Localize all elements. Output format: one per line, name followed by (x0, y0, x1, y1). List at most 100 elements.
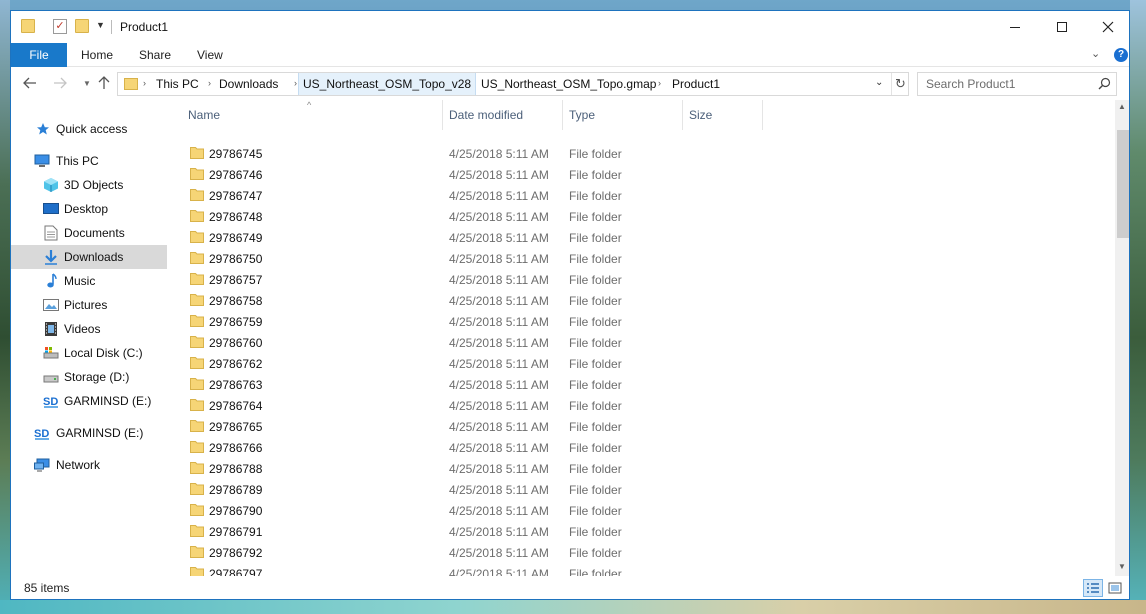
breadcrumb-downloads[interactable]: Downloads (219, 73, 278, 95)
sidebar-item-pictures[interactable]: Pictures (11, 293, 167, 317)
desktop-background-left (0, 0, 10, 614)
table-row[interactable]: 29786765 4/25/2018 5:11 AM File folder (171, 416, 1115, 437)
download-icon (43, 249, 59, 265)
table-row[interactable]: 29786746 4/25/2018 5:11 AM File folder (171, 164, 1115, 185)
table-row[interactable]: 29786763 4/25/2018 5:11 AM File folder (171, 374, 1115, 395)
tab-file[interactable]: File (11, 43, 67, 67)
table-row[interactable]: 29786788 4/25/2018 5:11 AM File folder (171, 458, 1115, 479)
column-header-name[interactable]: Name (188, 100, 220, 130)
status-bar: 85 items (11, 576, 1129, 599)
details-view-button[interactable] (1083, 579, 1103, 597)
maximize-button[interactable] (1039, 11, 1085, 43)
folder-icon (190, 294, 204, 306)
vertical-scrollbar[interactable]: ▲ ▼ (1115, 100, 1129, 576)
breadcrumb-chevron-icon[interactable]: › (465, 78, 468, 88)
column-header-date-modified[interactable]: Date modified (449, 100, 523, 130)
table-row[interactable]: 29786760 4/25/2018 5:11 AM File folder (171, 332, 1115, 353)
table-row[interactable]: 29786792 4/25/2018 5:11 AM File folder (171, 542, 1115, 563)
sidebar-item-garminsd-e-root[interactable]: SD GARMINSD (E:) (11, 421, 167, 445)
column-divider[interactable] (682, 100, 683, 130)
sidebar-item-videos[interactable]: Videos (11, 317, 167, 341)
table-row[interactable]: 29786750 4/25/2018 5:11 AM File folder (171, 248, 1115, 269)
close-button[interactable] (1085, 11, 1129, 43)
sidebar-item-network[interactable]: Network (11, 453, 167, 477)
scrollbar-thumb[interactable] (1117, 130, 1129, 238)
file-name: 29786747 (209, 188, 263, 203)
folder-icon (190, 210, 204, 222)
table-row[interactable]: 29786791 4/25/2018 5:11 AM File folder (171, 521, 1115, 542)
column-divider[interactable] (762, 100, 763, 130)
scroll-up-icon[interactable]: ▲ (1118, 102, 1126, 111)
sidebar-item-music[interactable]: Music (11, 269, 167, 293)
properties-icon[interactable]: ✓ (53, 19, 67, 34)
sidebar-item-downloads[interactable]: Downloads (11, 245, 167, 269)
folder-icon (190, 399, 204, 411)
table-row[interactable]: 29786759 4/25/2018 5:11 AM File folder (171, 311, 1115, 332)
table-row[interactable]: 29786745 4/25/2018 5:11 AM File folder (171, 143, 1115, 164)
column-header-type[interactable]: Type (569, 100, 595, 130)
column-divider[interactable] (442, 100, 443, 130)
search-box[interactable] (917, 72, 1117, 96)
scroll-down-icon[interactable]: ▼ (1118, 562, 1126, 571)
breadcrumb-topo-gmap[interactable]: US_Northeast_OSM_Topo.gmap (481, 73, 656, 95)
table-row[interactable]: 29786749 4/25/2018 5:11 AM File folder (171, 227, 1115, 248)
back-button[interactable] (23, 76, 37, 93)
video-icon (43, 321, 59, 337)
sidebar-item-storage-d[interactable]: Storage (D:) (11, 365, 167, 389)
large-icons-view-button[interactable] (1105, 579, 1125, 597)
column-header-size[interactable]: Size (689, 100, 712, 130)
table-row[interactable]: 29786764 4/25/2018 5:11 AM File folder (171, 395, 1115, 416)
expand-ribbon-chevron-icon[interactable]: ⌄ (1091, 47, 1100, 60)
folder-icon (190, 462, 204, 474)
customize-toolbar-chevron-icon[interactable]: ▼ (96, 20, 105, 30)
sidebar-item-quick-access[interactable]: Quick access (11, 117, 167, 141)
address-bar[interactable]: › This PC › Downloads › US_Northeast_OSM… (117, 72, 909, 96)
refresh-icon[interactable]: ↻ (891, 73, 909, 95)
file-date-modified: 4/25/2018 5:11 AM (449, 356, 549, 371)
table-row[interactable]: 29786747 4/25/2018 5:11 AM File folder (171, 185, 1115, 206)
breadcrumb-product1[interactable]: Product1 (672, 73, 720, 95)
sidebar-item-desktop[interactable]: Desktop (11, 197, 167, 221)
tab-share[interactable]: Share (139, 43, 171, 67)
sidebar-item-this-pc[interactable]: This PC (11, 149, 167, 173)
breadcrumb-chevron-icon[interactable]: › (143, 78, 146, 88)
file-name: 29786789 (209, 482, 263, 497)
sidebar-item-documents[interactable]: Documents (11, 221, 167, 245)
tab-view[interactable]: View (197, 43, 223, 67)
help-icon[interactable]: ? (1114, 48, 1128, 62)
new-folder-icon[interactable] (75, 19, 89, 33)
sidebar-item-local-disk-c[interactable]: Local Disk (C:) (11, 341, 167, 365)
breadcrumb-chevron-icon[interactable]: › (294, 78, 297, 88)
address-dropdown-chevron-icon[interactable]: ⌄ (875, 77, 883, 88)
breadcrumb-this-pc[interactable]: This PC (156, 73, 199, 95)
table-row[interactable]: 29786762 4/25/2018 5:11 AM File folder (171, 353, 1115, 374)
sd-card-icon: SD (34, 425, 50, 441)
file-date-modified: 4/25/2018 5:11 AM (449, 398, 549, 413)
folder-icon (190, 441, 204, 453)
search-input[interactable] (918, 73, 1093, 95)
file-name: 29786765 (209, 419, 263, 434)
minimize-button[interactable] (992, 11, 1038, 43)
file-name: 29786745 (209, 146, 263, 161)
tab-home[interactable]: Home (81, 43, 113, 67)
file-date-modified: 4/25/2018 5:11 AM (449, 440, 549, 455)
column-divider[interactable] (562, 100, 563, 130)
forward-button[interactable] (53, 76, 67, 93)
sidebar-item-3d-objects[interactable]: 3D Objects (11, 173, 167, 197)
breadcrumb-chevron-icon[interactable]: › (208, 78, 211, 88)
file-name: 29786746 (209, 167, 263, 182)
sidebar-item-garminsd-e[interactable]: SD GARMINSD (E:) (11, 389, 167, 413)
search-icon[interactable] (1098, 77, 1111, 90)
table-row[interactable]: 29786789 4/25/2018 5:11 AM File folder (171, 479, 1115, 500)
breadcrumb-chevron-icon[interactable]: › (658, 78, 661, 88)
table-row[interactable]: 29786748 4/25/2018 5:11 AM File folder (171, 206, 1115, 227)
table-row[interactable]: 29786790 4/25/2018 5:11 AM File folder (171, 500, 1115, 521)
file-name: 29786762 (209, 356, 263, 371)
table-row[interactable]: 29786757 4/25/2018 5:11 AM File folder (171, 269, 1115, 290)
file-name: 29786764 (209, 398, 263, 413)
breadcrumb-topo-v28[interactable]: US_Northeast_OSM_Topo_v28 (298, 73, 477, 95)
recent-locations-chevron-icon[interactable]: ▼ (83, 79, 91, 88)
table-row[interactable]: 29786766 4/25/2018 5:11 AM File folder (171, 437, 1115, 458)
table-row[interactable]: 29786758 4/25/2018 5:11 AM File folder (171, 290, 1115, 311)
up-button[interactable] (97, 76, 111, 93)
